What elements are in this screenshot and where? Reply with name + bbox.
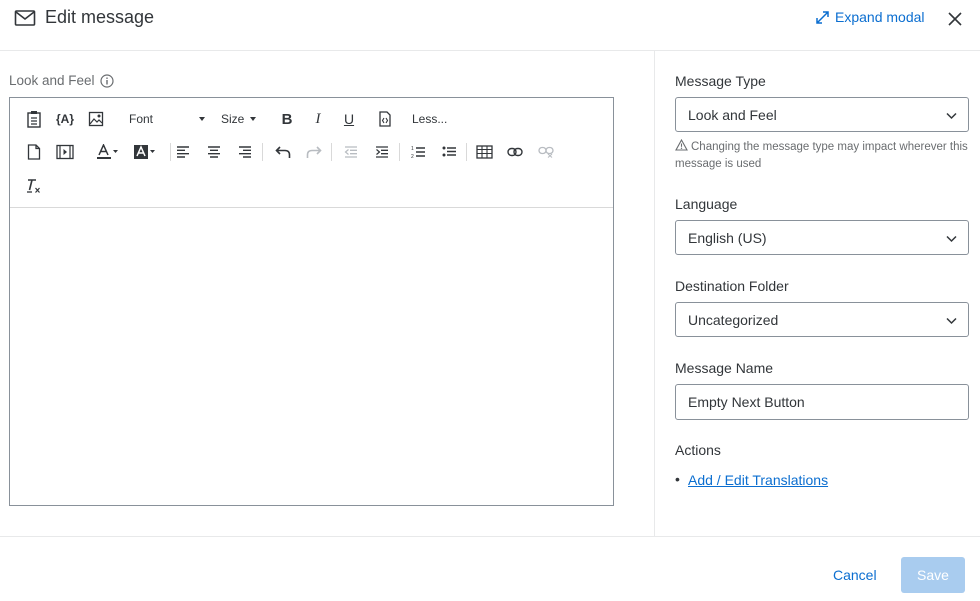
warning-icon	[675, 138, 688, 151]
close-icon[interactable]	[944, 8, 966, 30]
message-type-warning-text: Changing the message type may impact whe…	[675, 141, 968, 170]
message-type-label: Message Type	[675, 73, 766, 89]
align-left-icon[interactable]	[172, 141, 194, 163]
editor-label: Look and Feel	[9, 73, 114, 88]
message-type-warning: Changing the message type may impact whe…	[675, 138, 970, 173]
message-type-value: Look and Feel	[688, 106, 777, 123]
toolbar-separator	[466, 143, 467, 161]
redo-icon[interactable]	[303, 141, 325, 163]
document-icon[interactable]	[23, 141, 45, 163]
expand-icon	[815, 10, 830, 25]
image-icon[interactable]	[85, 108, 107, 130]
clear-formatting-icon[interactable]	[23, 175, 45, 197]
font-dropdown[interactable]: Font	[129, 112, 205, 126]
bold-icon[interactable]: B	[276, 108, 298, 130]
editor-label-text: Look and Feel	[9, 73, 95, 88]
language-label: Language	[675, 196, 738, 212]
expand-modal-label: Expand modal	[835, 9, 925, 25]
panel-divider	[654, 51, 655, 537]
destination-folder-label: Destination Folder	[675, 278, 789, 294]
font-dropdown-label: Font	[129, 112, 154, 126]
chevron-down-icon	[199, 117, 205, 121]
video-icon[interactable]	[54, 141, 76, 163]
editor-content-area[interactable]	[10, 208, 613, 505]
toolbar-separator	[331, 143, 332, 161]
modal-header: Edit message Expand modal	[0, 0, 980, 51]
align-right-icon[interactable]	[234, 141, 256, 163]
footer-divider	[0, 536, 980, 537]
size-dropdown-label: Size	[221, 112, 245, 126]
align-center-icon[interactable]	[203, 141, 225, 163]
language-value: English (US)	[688, 229, 767, 246]
background-color-icon[interactable]	[132, 141, 158, 163]
size-dropdown[interactable]: Size	[221, 112, 257, 126]
outdent-icon[interactable]	[340, 141, 362, 163]
message-name-label: Message Name	[675, 360, 774, 376]
paste-icon[interactable]	[23, 108, 45, 130]
toolbar-separator	[170, 143, 171, 161]
chevron-down-icon	[945, 314, 958, 327]
expand-modal-button[interactable]: Expand modal	[815, 9, 925, 25]
toolbar-separator	[399, 143, 400, 161]
message-name-input[interactable]: Empty Next Button	[675, 384, 969, 420]
chevron-down-icon	[945, 109, 958, 122]
cancel-button[interactable]: Cancel	[833, 567, 877, 583]
less-button[interactable]: Less...	[412, 112, 447, 126]
svg-text:1: 1	[411, 146, 414, 152]
destination-folder-value: Uncategorized	[688, 311, 779, 328]
message-type-select[interactable]: Look and Feel	[675, 97, 969, 132]
add-edit-translations-link[interactable]: Add / Edit Translations	[688, 472, 828, 488]
numbered-list-icon[interactable]: 12	[407, 141, 429, 163]
source-code-icon[interactable]	[374, 108, 396, 130]
text-color-icon[interactable]	[95, 141, 121, 163]
actions-label: Actions	[675, 442, 721, 458]
chevron-down-icon	[945, 232, 958, 245]
piped-text-icon[interactable]: {A}	[54, 108, 76, 130]
language-select[interactable]: English (US)	[675, 220, 969, 255]
chevron-down-icon	[250, 117, 257, 121]
modal-title: Edit message	[45, 7, 155, 27]
undo-icon[interactable]	[272, 141, 294, 163]
toolbar-separator	[262, 143, 263, 161]
mail-icon	[14, 9, 36, 27]
rich-text-editor: {A} Font Size B I U Less... 1 2	[9, 97, 614, 506]
link-icon[interactable]	[504, 141, 526, 163]
save-button[interactable]: Save	[901, 557, 965, 593]
svg-text:2: 2	[411, 154, 414, 159]
list-bullet: •	[675, 471, 680, 487]
table-icon[interactable]	[473, 141, 495, 163]
unlink-icon[interactable]	[535, 141, 557, 163]
info-icon[interactable]	[99, 73, 114, 88]
editor-toolbar: {A} Font Size B I U Less... 1 2	[10, 98, 613, 208]
indent-icon[interactable]	[371, 141, 393, 163]
bullet-list-icon[interactable]	[438, 141, 460, 163]
underline-icon[interactable]: U	[338, 108, 360, 130]
destination-folder-select[interactable]: Uncategorized	[675, 302, 969, 337]
italic-icon[interactable]: I	[307, 108, 329, 130]
